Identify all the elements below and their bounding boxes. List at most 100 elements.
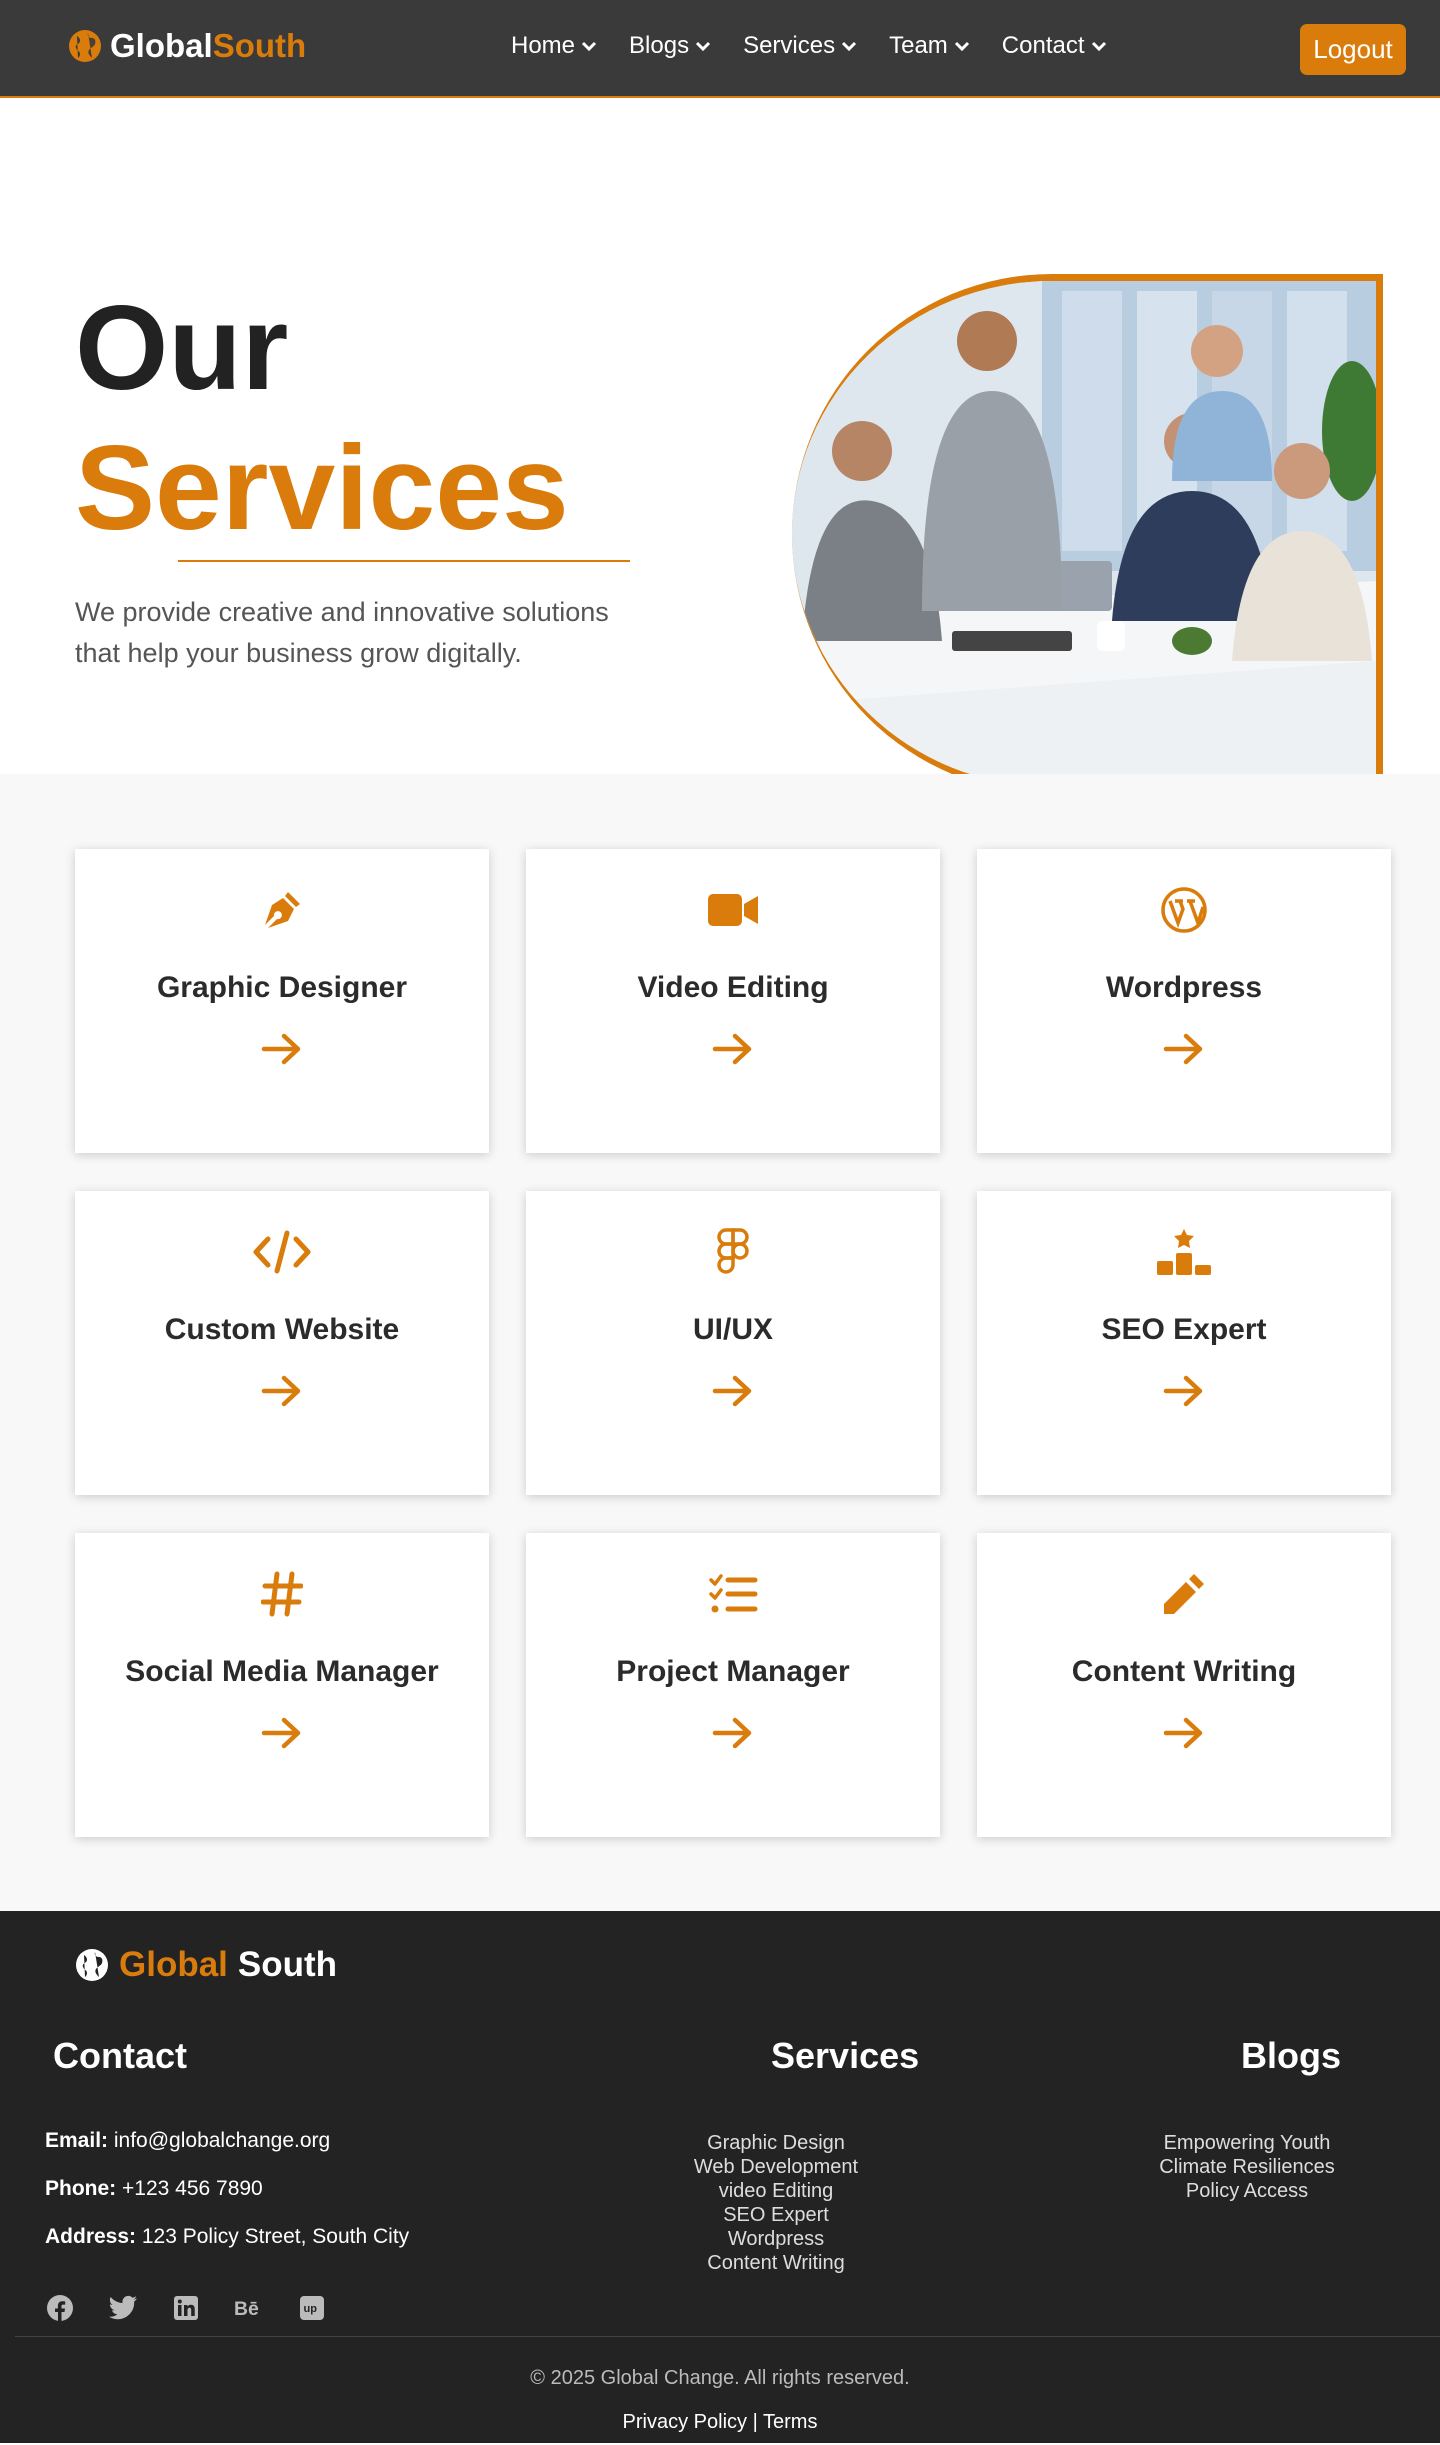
ranking-star-icon bbox=[1154, 1227, 1214, 1277]
footer-brand[interactable]: Global South bbox=[75, 1945, 337, 1985]
footer-link[interactable]: Graphic Design bbox=[626, 2131, 926, 2155]
list-check-icon bbox=[708, 1569, 758, 1619]
logout-button[interactable]: Logout bbox=[1300, 24, 1406, 75]
chevron-down-icon bbox=[842, 41, 857, 52]
arrow-right-icon[interactable] bbox=[711, 1715, 755, 1756]
pen-nib-icon bbox=[258, 885, 306, 935]
hero-team-image bbox=[792, 274, 1383, 794]
wordpress-icon bbox=[1160, 885, 1208, 935]
hero-divider bbox=[178, 560, 630, 562]
chevron-down-icon bbox=[954, 41, 969, 52]
video-camera-icon bbox=[706, 885, 760, 935]
nav-item-contact[interactable]: Contact bbox=[1002, 32, 1107, 60]
privacy-policy-link[interactable]: Privacy Policy bbox=[623, 2411, 747, 2433]
brand-logo[interactable]: Global South bbox=[68, 27, 306, 65]
footer-link[interactable]: video Editing bbox=[626, 2179, 926, 2203]
nav-label: Home bbox=[511, 32, 576, 59]
footer-divider bbox=[15, 2336, 1440, 2337]
footer-link[interactable]: Web Development bbox=[626, 2155, 926, 2179]
email-value[interactable]: info@globalchange.org bbox=[114, 2129, 330, 2152]
footer: Global South Contact Services Blogs Email… bbox=[0, 1911, 1440, 2443]
hero-description: We provide creative and innovative solut… bbox=[75, 597, 609, 668]
social-links: Bē up bbox=[45, 2293, 327, 2323]
twitter-icon[interactable] bbox=[108, 2293, 138, 2323]
service-title: Project Manager bbox=[616, 1655, 850, 1688]
service-card-seo-expert[interactable]: SEO Expert bbox=[977, 1191, 1391, 1495]
hashtag-icon bbox=[261, 1569, 303, 1619]
service-card-project-manager[interactable]: Project Manager bbox=[526, 1533, 940, 1837]
svg-text:up: up bbox=[304, 2303, 318, 2315]
nav-item-services[interactable]: Services bbox=[743, 32, 857, 60]
terms-link[interactable]: Terms bbox=[763, 2411, 817, 2433]
arrow-right-icon[interactable] bbox=[260, 1373, 304, 1414]
services-section: Graphic Designer Video Editing Wordpress… bbox=[0, 774, 1440, 1911]
hero-title-our: Our bbox=[75, 281, 289, 415]
svg-text:Bē: Bē bbox=[234, 2298, 259, 2320]
footer-link[interactable]: Content Writing bbox=[626, 2251, 926, 2275]
footer-link[interactable]: SEO Expert bbox=[626, 2203, 926, 2227]
nav-label: Contact bbox=[1001, 32, 1085, 59]
email-label: Email: bbox=[45, 2129, 109, 2152]
services-grid: Graphic Designer Video Editing Wordpress… bbox=[75, 849, 1391, 1837]
hero-section: Our Services We provide creative and inn… bbox=[0, 98, 1440, 794]
footer-services-links: Graphic Design Web Development video Edi… bbox=[626, 2131, 926, 2275]
arrow-right-icon[interactable] bbox=[260, 1031, 304, 1072]
service-card-social-media-manager[interactable]: Social Media Manager bbox=[75, 1533, 489, 1837]
service-card-wordpress[interactable]: Wordpress bbox=[977, 849, 1391, 1153]
arrow-right-icon[interactable] bbox=[1162, 1031, 1206, 1072]
arrow-right-icon[interactable] bbox=[1162, 1373, 1206, 1414]
globe-icon bbox=[76, 1949, 108, 1981]
facebook-icon[interactable] bbox=[45, 2293, 75, 2323]
service-card-content-writing[interactable]: Content Writing bbox=[977, 1533, 1391, 1837]
copyright-text: © 2025 Global Change. All rights reserve… bbox=[530, 2367, 910, 2389]
globe-icon bbox=[69, 30, 101, 62]
address-label: Address: bbox=[45, 2225, 137, 2248]
brand-word-south: South bbox=[212, 27, 307, 64]
main-menu: Home Blogs Services Team Contact bbox=[511, 32, 1139, 60]
service-title: Wordpress bbox=[1105, 971, 1263, 1004]
nav-label: Team bbox=[889, 32, 948, 59]
arrow-right-icon[interactable] bbox=[711, 1031, 755, 1072]
service-title: Content Writing bbox=[1071, 1655, 1297, 1688]
footer-link[interactable]: Wordpress bbox=[626, 2227, 926, 2251]
nav-item-blogs[interactable]: Blogs bbox=[629, 32, 711, 60]
nav-item-home[interactable]: Home bbox=[511, 32, 597, 60]
footer-brand-south: South bbox=[237, 1945, 338, 1984]
arrow-right-icon[interactable] bbox=[260, 1715, 304, 1756]
chevron-down-icon bbox=[1091, 41, 1106, 52]
service-title: Video Editing bbox=[637, 971, 829, 1004]
service-title: Social Media Manager bbox=[125, 1655, 439, 1688]
service-title: Custom Website bbox=[164, 1313, 400, 1346]
footer-link[interactable]: Policy Access bbox=[1097, 2179, 1397, 2203]
nav-label: Blogs bbox=[629, 32, 690, 59]
footer-heading-blogs: Blogs bbox=[1241, 2035, 1342, 2076]
footer-link[interactable]: Climate Resiliences bbox=[1097, 2155, 1397, 2179]
arrow-right-icon[interactable] bbox=[1162, 1715, 1206, 1756]
navbar: Global South Home Blogs Services Team Con… bbox=[0, 0, 1440, 98]
service-card-graphic-designer[interactable]: Graphic Designer bbox=[75, 849, 489, 1153]
legal-links: Privacy Policy | Terms bbox=[0, 2411, 1440, 2434]
service-card-custom-website[interactable]: Custom Website bbox=[75, 1191, 489, 1495]
code-icon bbox=[252, 1227, 312, 1277]
service-card-video-editing[interactable]: Video Editing bbox=[526, 849, 940, 1153]
upwork-icon[interactable]: up bbox=[297, 2293, 327, 2323]
nav-item-team[interactable]: Team bbox=[889, 32, 970, 60]
contact-address: Address: 123 Policy Street, South City bbox=[45, 2225, 409, 2249]
arrow-right-icon[interactable] bbox=[711, 1373, 755, 1414]
contact-email: Email: info@globalchange.org bbox=[45, 2129, 330, 2153]
footer-link[interactable]: Empowering Youth bbox=[1097, 2131, 1397, 2155]
service-card-ui-ux[interactable]: UI/UX bbox=[526, 1191, 940, 1495]
phone-value[interactable]: +123 456 7890 bbox=[122, 2177, 263, 2200]
service-title: SEO Expert bbox=[1101, 1313, 1267, 1346]
nav-label: Services bbox=[743, 32, 836, 59]
brand-word-global: Global bbox=[110, 27, 213, 64]
service-title: UI/UX bbox=[692, 1313, 773, 1346]
hero-title-services: Services bbox=[75, 421, 569, 555]
chevron-down-icon bbox=[581, 41, 597, 52]
service-title: Graphic Designer bbox=[156, 971, 408, 1004]
footer-heading-services: Services bbox=[771, 2035, 920, 2076]
linkedin-icon[interactable] bbox=[171, 2293, 201, 2323]
behance-icon[interactable]: Bē bbox=[234, 2293, 264, 2323]
address-value: 123 Policy Street, South City bbox=[141, 2225, 410, 2248]
footer-blogs-links: Empowering Youth Climate Resiliences Pol… bbox=[1097, 2131, 1397, 2203]
